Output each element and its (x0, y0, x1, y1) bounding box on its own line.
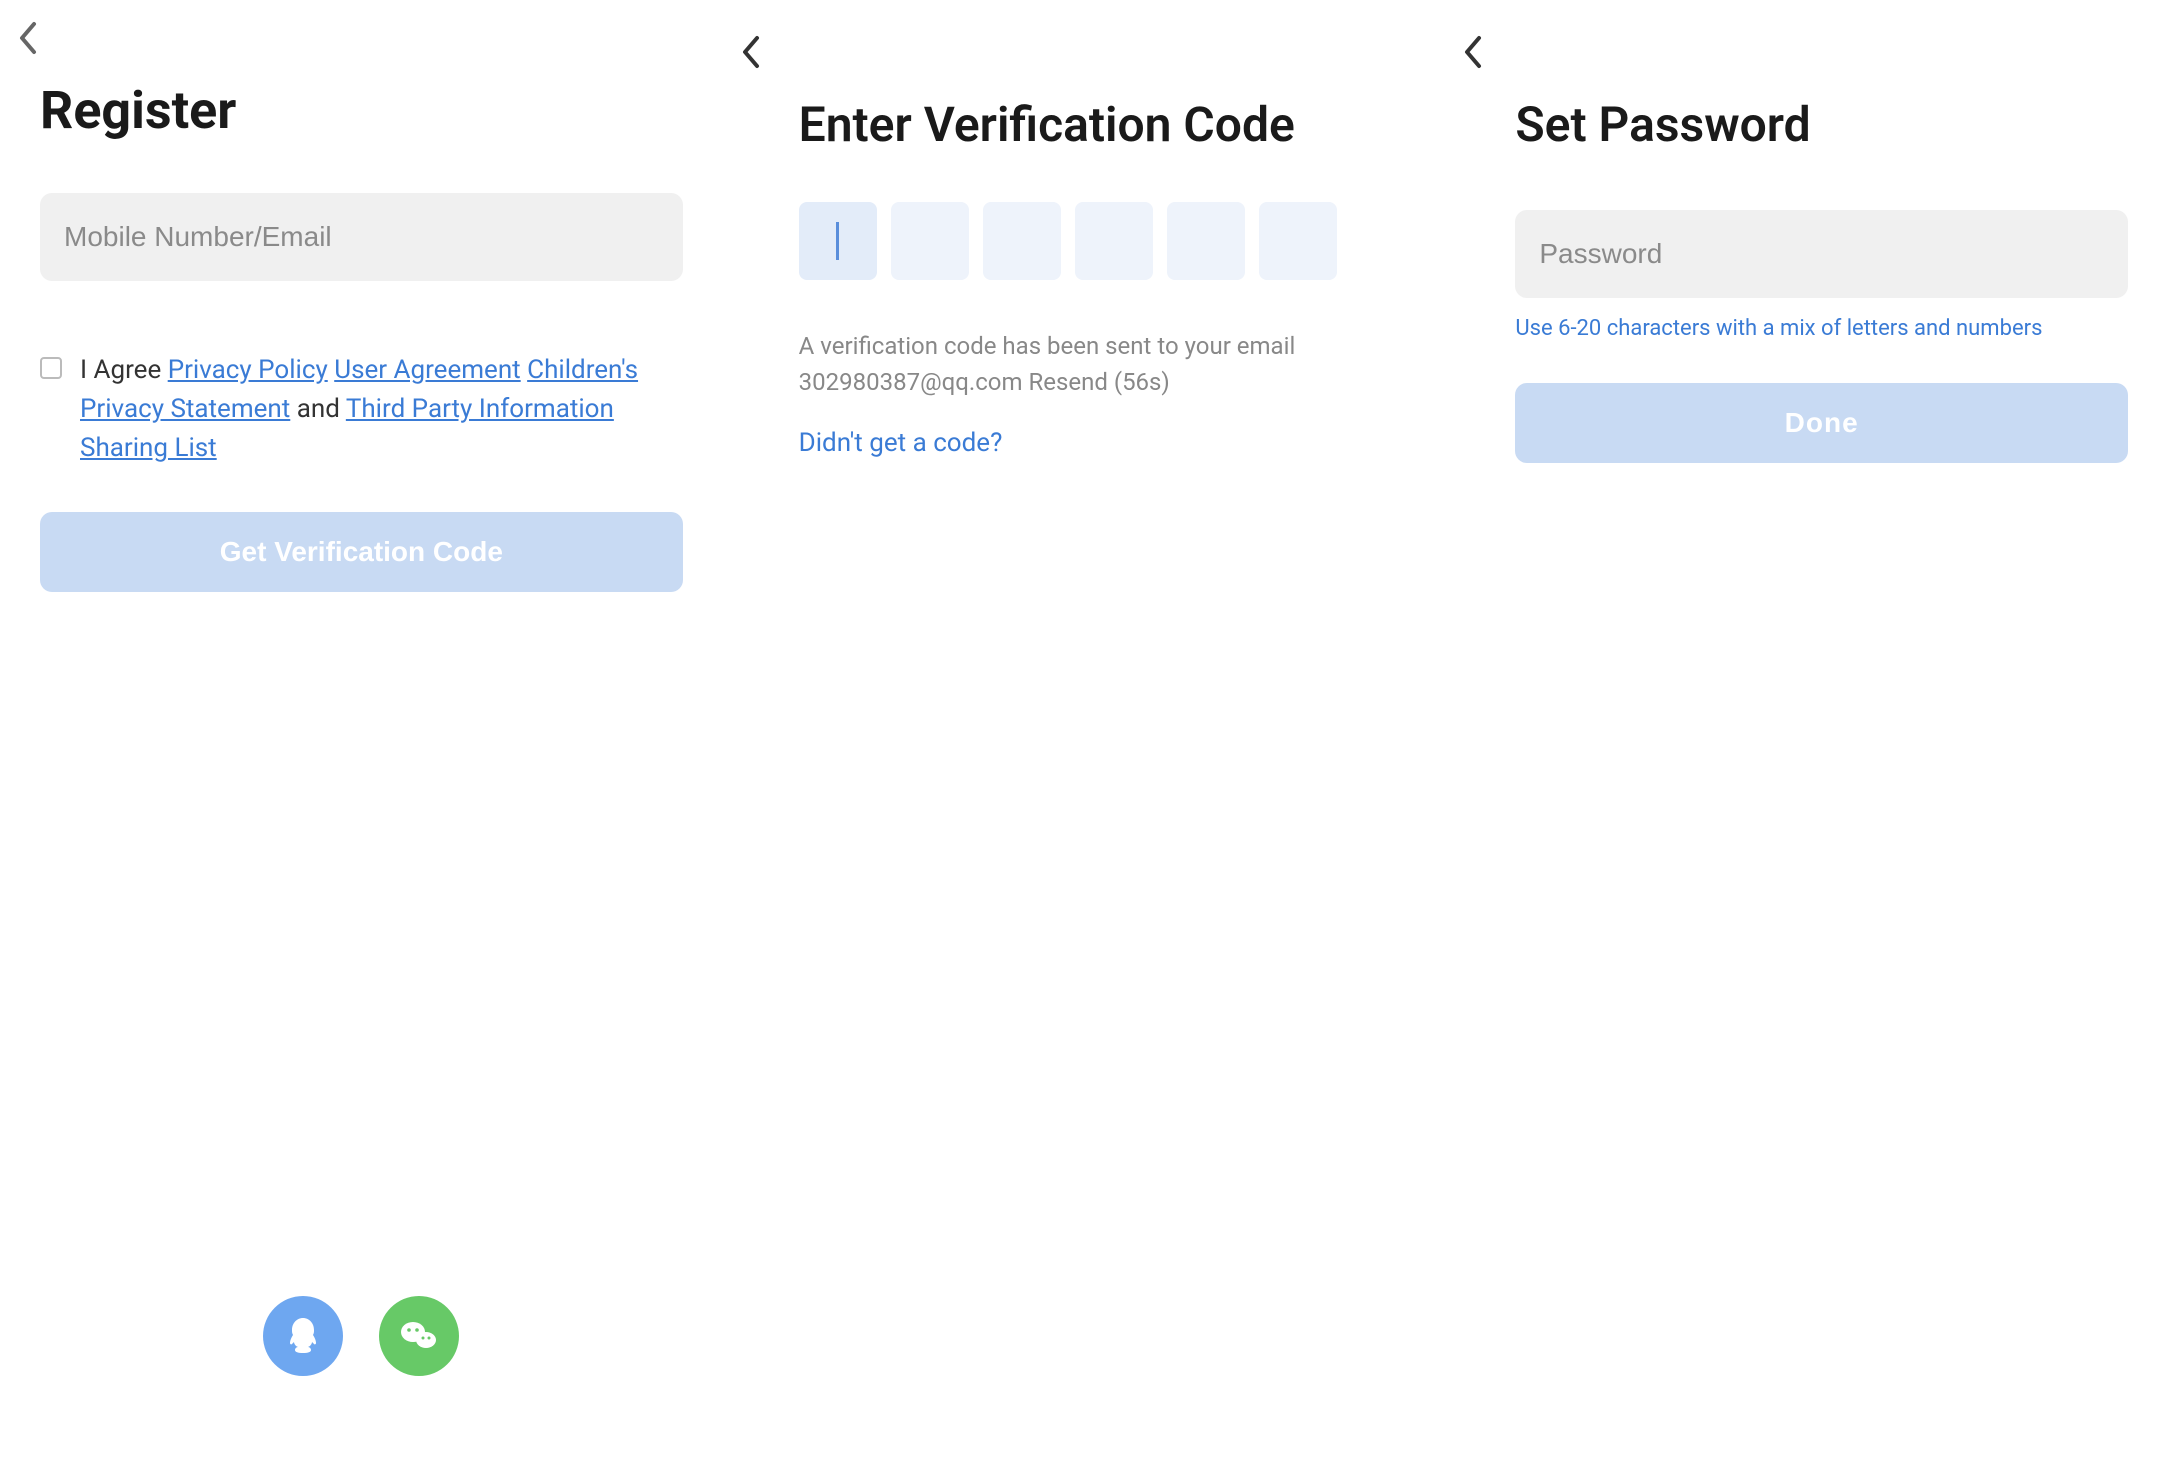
verification-screen: Enter Verification Code A verification c… (723, 0, 1446, 1466)
input-container (1515, 210, 2128, 298)
back-button[interactable] (1461, 34, 1485, 74)
privacy-policy-link[interactable]: Privacy Policy (168, 355, 328, 385)
agree-row: I Agree Privacy Policy User Agreement Ch… (40, 351, 683, 468)
sent-message-line2: 302980387@qq.com Resend (56s) (799, 364, 1370, 400)
page-title: Register (40, 80, 683, 141)
page-title: Enter Verification Code (799, 96, 1370, 154)
social-login-row (0, 1296, 723, 1376)
input-container (40, 193, 683, 281)
back-button[interactable] (16, 20, 40, 60)
register-screen: Register I Agree Privacy Policy User Agr… (0, 0, 723, 1466)
code-digit-6[interactable] (1259, 202, 1337, 280)
text-cursor (836, 222, 839, 260)
code-digit-3[interactable] (983, 202, 1061, 280)
code-input-group (799, 202, 1370, 280)
done-button[interactable]: Done (1515, 383, 2128, 463)
agree-checkbox[interactable] (40, 357, 62, 379)
chevron-left-icon (1461, 34, 1485, 70)
get-code-button[interactable]: Get Verification Code (40, 512, 683, 592)
mobile-email-input[interactable] (40, 193, 683, 281)
user-agreement-link[interactable]: User Agreement (334, 355, 520, 385)
set-password-screen: Set Password Use 6-20 characters with a … (1445, 0, 2168, 1466)
page-title: Set Password (1515, 96, 2128, 154)
agree-and: and (290, 394, 346, 424)
code-digit-1[interactable] (799, 202, 877, 280)
code-digit-5[interactable] (1167, 202, 1245, 280)
agree-text: I Agree Privacy Policy User Agreement Ch… (80, 351, 683, 468)
qq-login-button[interactable] (263, 1296, 343, 1376)
qq-icon (281, 1314, 325, 1358)
chevron-left-icon (16, 20, 40, 56)
agree-prefix: I Agree (80, 355, 168, 385)
code-digit-4[interactable] (1075, 202, 1153, 280)
wechat-icon (397, 1314, 441, 1358)
sent-message: A verification code has been sent to you… (799, 328, 1370, 400)
password-input[interactable] (1515, 210, 2128, 298)
code-digit-2[interactable] (891, 202, 969, 280)
password-hint: Use 6-20 characters with a mix of letter… (1515, 316, 2128, 341)
sent-message-line1: A verification code has been sent to you… (799, 328, 1370, 364)
back-button[interactable] (739, 34, 763, 74)
wechat-login-button[interactable] (379, 1296, 459, 1376)
chevron-left-icon (739, 34, 763, 70)
no-code-link[interactable]: Didn't get a code? (799, 428, 1003, 458)
